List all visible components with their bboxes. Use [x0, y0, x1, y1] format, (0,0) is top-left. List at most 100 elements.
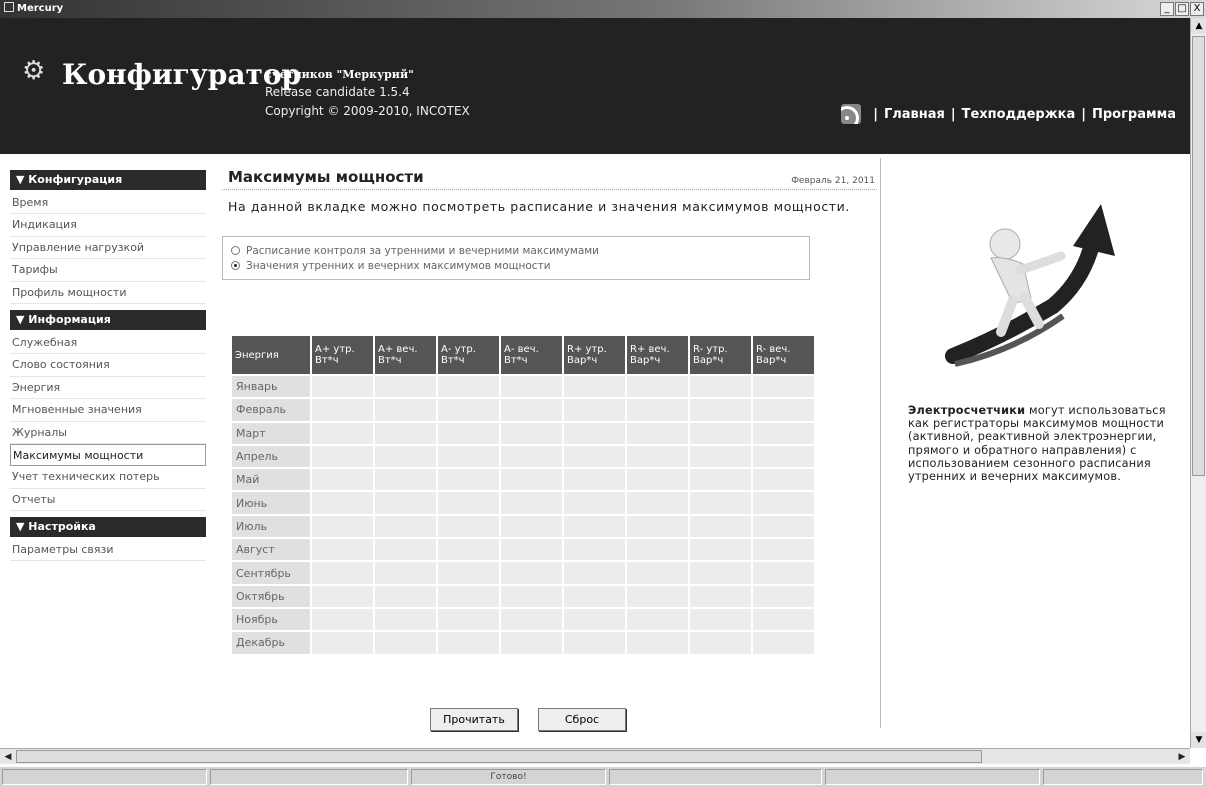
scroll-left-icon[interactable]: ◀: [0, 749, 16, 765]
table-cell: [564, 469, 625, 491]
sidebar-item-load-control[interactable]: Управление нагрузкой: [10, 237, 206, 260]
scroll-down-icon[interactable]: ▼: [1191, 732, 1206, 748]
sidebar-item-power-profile[interactable]: Профиль мощности: [10, 282, 206, 304]
sidebar-item-connection-params[interactable]: Параметры связи: [10, 539, 206, 562]
table-cell: [501, 376, 562, 398]
sidebar-item-reports[interactable]: Отчеты: [10, 489, 206, 512]
table-cell: [753, 539, 814, 561]
table-cell: [438, 608, 499, 631]
table-cell: [438, 539, 499, 561]
table-row: Май: [232, 469, 814, 491]
nav-separator: |: [950, 106, 956, 122]
table-cell: [753, 469, 814, 491]
radio-label-schedule[interactable]: Расписание контроля за утренними и вечер…: [246, 245, 599, 257]
release-info: Release candidate 1.5.4: [265, 85, 410, 99]
minimize-button[interactable]: _: [1160, 2, 1174, 16]
table-cell: [690, 632, 751, 654]
sidebar-header-info[interactable]: ▼ Информация: [10, 309, 206, 330]
sidebar-item-service[interactable]: Служебная: [10, 332, 206, 355]
sidebar-header-settings[interactable]: ▼ Настройка: [10, 517, 206, 538]
table-cell: [627, 445, 688, 468]
column-header-unit: Вар*ч: [567, 355, 598, 366]
table-row: Июль: [232, 515, 814, 538]
scroll-thumb[interactable]: [1192, 36, 1205, 476]
top-nav: | Главная | Техподдержка | Программа: [841, 104, 1176, 124]
reset-button[interactable]: Сброс: [538, 708, 626, 731]
nav-link-program[interactable]: Программа: [1092, 107, 1176, 122]
table-cell: [501, 632, 562, 654]
sidebar-header-config[interactable]: ▼ Конфигурация: [10, 170, 206, 190]
sidebar-group-settings: ▼ Настройка Параметры связи: [10, 517, 206, 562]
table-cell: [501, 515, 562, 538]
month-label: Август: [232, 539, 310, 561]
table-cell: [753, 585, 814, 607]
month-label: Июнь: [232, 492, 310, 514]
hscroll-thumb[interactable]: [16, 750, 982, 763]
sidebar-item-indication[interactable]: Индикация: [10, 214, 206, 237]
vertical-scrollbar[interactable]: ▲ ▼: [1190, 18, 1206, 748]
month-label: Сентябрь: [232, 562, 310, 584]
sidebar-item-energy[interactable]: Энергия: [10, 377, 206, 400]
table-cell: [375, 492, 436, 514]
table-cell: [690, 422, 751, 444]
table-column-header: R+ веч. Вар*ч: [627, 336, 688, 374]
nav-separator: |: [1081, 106, 1086, 122]
column-divider: [880, 158, 881, 728]
view-mode-radio-group: Расписание контроля за утренними и вечер…: [222, 236, 810, 280]
table-header-energy: Энергия: [232, 336, 310, 374]
sidebar-item-status-word[interactable]: Слово состояния: [10, 354, 206, 377]
close-button[interactable]: X: [1190, 2, 1204, 16]
table-cell: [438, 399, 499, 421]
table-row: Декабрь: [232, 632, 814, 654]
table-cell: [438, 422, 499, 444]
maximize-button[interactable]: □: [1175, 2, 1189, 16]
table-cell: [312, 422, 373, 444]
status-text: Готово!: [411, 769, 606, 785]
table-cell: [501, 585, 562, 607]
table-cell: [501, 422, 562, 444]
sidebar-item-time[interactable]: Время: [10, 192, 206, 215]
table-row: Ноябрь: [232, 608, 814, 631]
radio-option-schedule[interactable]: Расписание контроля за утренними и вечер…: [231, 243, 801, 258]
scroll-up-icon[interactable]: ▲: [1191, 18, 1206, 34]
read-button[interactable]: Прочитать: [430, 708, 518, 731]
nav-separator: |: [873, 106, 878, 122]
table-cell: [564, 539, 625, 561]
status-pane: [609, 769, 822, 785]
sidebar-item-logs[interactable]: Журналы: [10, 422, 206, 444]
table-cell: [312, 539, 373, 561]
month-label: Март: [232, 422, 310, 444]
radio-values[interactable]: [231, 261, 240, 270]
sidebar-item-technical-losses[interactable]: Учет технических потерь: [10, 466, 206, 489]
table-cell: [312, 492, 373, 514]
table-cell: [438, 445, 499, 468]
radio-schedule[interactable]: [231, 246, 240, 255]
table-column-header: А- веч. Вт*ч: [501, 336, 562, 374]
table-column-header: R- утр. Вар*ч: [690, 336, 751, 374]
sidebar-item-power-maximums[interactable]: Максимумы мощности: [10, 443, 206, 467]
month-label: Июль: [232, 515, 310, 538]
sidebar-item-instant-values[interactable]: Мгновенные значения: [10, 399, 206, 422]
table-cell: [753, 422, 814, 444]
horizontal-scrollbar[interactable]: ◀ ▶: [0, 748, 1190, 764]
table-cell: [627, 608, 688, 631]
rss-icon[interactable]: [841, 104, 862, 124]
radio-label-values[interactable]: Значения утренних и вечерних максимумов …: [246, 260, 551, 272]
scroll-right-icon[interactable]: ▶: [1174, 749, 1190, 765]
table-cell: [375, 539, 436, 561]
table-row: Август: [232, 539, 814, 561]
nav-link-home[interactable]: Главная: [884, 107, 945, 122]
column-header-unit: Вар*ч: [756, 355, 787, 366]
column-header-unit: Вар*ч: [630, 355, 661, 366]
radio-option-values[interactable]: Значения утренних и вечерних максимумов …: [231, 258, 801, 273]
table-cell: [312, 585, 373, 607]
table-cell: [375, 585, 436, 607]
table-cell: [564, 445, 625, 468]
sidebar: ▼ Конфигурация Время Индикация Управлени…: [10, 170, 206, 567]
nav-link-support[interactable]: Техподдержка: [962, 107, 1076, 122]
sidebar-item-tariffs[interactable]: Тарифы: [10, 259, 206, 282]
table-column-header: R+ утр. Вар*ч: [564, 336, 625, 374]
table-cell: [690, 585, 751, 607]
table-header-row: Энергия А+ утр. Вт*ч А+ веч. Вт*ч А- утр. Вт*…: [232, 336, 814, 374]
table-cell: [753, 445, 814, 468]
